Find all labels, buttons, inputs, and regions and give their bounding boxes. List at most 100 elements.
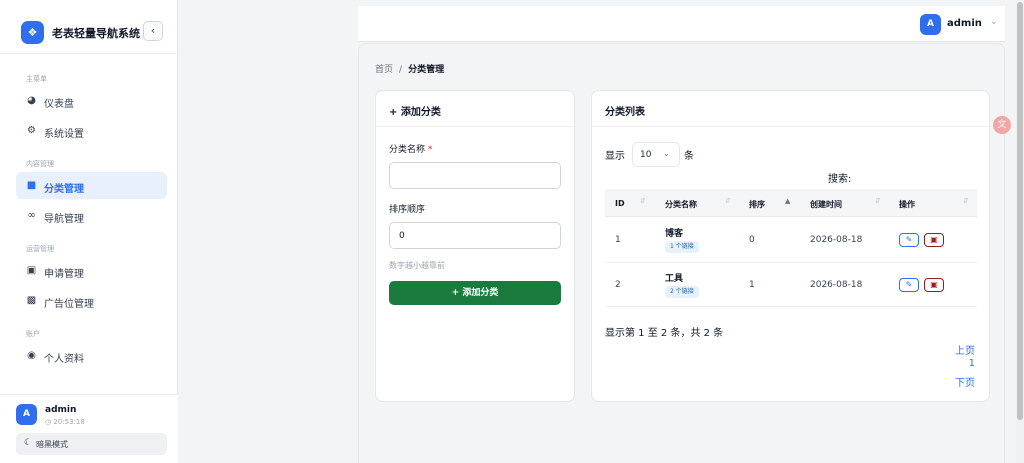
cell-id: 1 (615, 235, 621, 245)
edit-icon[interactable]: ✎ (899, 233, 919, 247)
page-size-select[interactable]: 10 ⌄ (632, 142, 680, 167)
card-title: 分类列表 (605, 107, 645, 118)
breadcrumb-separator: / (399, 65, 403, 75)
category-name-label: 分类名称 * (389, 145, 433, 155)
sidebar: ❖ 老表轻量导航系统 ‹ 主菜单 ◕ 仪表盘 ⚙ 系统设置 内容管理 ■ 分类管… (0, 0, 178, 463)
sidebar-item-navigation[interactable]: ∞ 导航管理 (16, 202, 167, 229)
card-header: + 添加分类 (376, 91, 574, 127)
pager-prev[interactable]: 上页 (955, 342, 975, 357)
sidebar-item-categories[interactable]: ■ 分类管理 (16, 172, 167, 199)
sort-asc-icon[interactable]: ▲ (785, 197, 790, 205)
user-time: ◷ 20:53:18 (45, 418, 85, 426)
required-mark: * (427, 145, 433, 155)
folder-icon: ■ (26, 180, 37, 191)
link-icon: ∞ (27, 210, 36, 221)
sort-icon[interactable]: ⇵ (725, 197, 731, 205)
sort-order-label: 排序顺序 (389, 205, 426, 215)
sidebar-item-label: 申请管理 (44, 269, 84, 280)
dark-mode-button[interactable]: ☾ 暗黑模式 (16, 433, 167, 455)
sidebar-item-label: 系统设置 (44, 129, 84, 140)
translate-icon[interactable]: 文 (993, 116, 1011, 134)
column-header-order[interactable]: 排序 (749, 199, 765, 210)
cell-created: 2026-08-18 (810, 235, 863, 245)
cell-created: 2026-08-18 (810, 280, 863, 290)
moon-icon: ☾ (24, 438, 33, 448)
sidebar-item-label: 导航管理 (44, 214, 84, 225)
brand-title: 老表轻量导航系统 (52, 27, 140, 40)
breadcrumb-home[interactable]: 首页 (375, 65, 393, 75)
column-header-id[interactable]: ID (615, 199, 625, 208)
sidebar-item-profile[interactable]: ◉ 个人资料 (16, 342, 167, 369)
cell-name: 博客 (665, 229, 684, 239)
add-category-card: + 添加分类 分类名称 * 排序顺序 数字越小越靠前 + 添加分类 (375, 90, 575, 402)
sidebar-item-label: 个人资料 (44, 354, 84, 365)
ad-icon: ▩ (26, 295, 37, 306)
link-count-badge: 2 个链接 (665, 286, 699, 298)
dashboard-icon: ◕ (27, 95, 36, 106)
section-label-operations: 运营管理 (26, 245, 54, 253)
edit-icon[interactable]: ✎ (899, 278, 919, 292)
sort-icon[interactable]: ⇵ (875, 197, 881, 205)
user-menu-name[interactable]: admin (947, 18, 982, 29)
table-row: 1 博客 1 个链接 0 2026-08-18 ✎ ▣ (605, 217, 977, 263)
scrollbar[interactable] (1016, 0, 1024, 463)
section-label-account: 账户 (26, 330, 40, 338)
trash-icon[interactable]: ▣ (924, 233, 944, 247)
breadcrumb: 首页 / 分类管理 (375, 62, 444, 75)
sidebar-item-label: 分类管理 (44, 184, 84, 195)
category-name-input[interactable] (389, 162, 561, 189)
avatar: A (16, 404, 37, 425)
brand: ❖ 老表轻量导航系统 ‹ (0, 0, 178, 54)
card-header: 分类列表 (592, 91, 989, 127)
page-size-value: 10 (640, 150, 652, 160)
sort-order-hint: 数字越小越靠前 (389, 261, 445, 270)
trash-icon[interactable]: ▣ (924, 278, 944, 292)
table-info: 显示第 1 至 2 条，共 2 条 (605, 328, 724, 339)
inbox-icon: ▣ (26, 265, 37, 276)
gear-icon: ⚙ (27, 125, 36, 136)
cell-name: 工具 (665, 274, 684, 284)
user-icon: ◉ (27, 350, 36, 361)
plus-icon: + (389, 107, 401, 118)
page-size-prefix: 显示 (605, 151, 625, 162)
cell-id: 2 (615, 280, 621, 290)
section-label-content: 内容管理 (26, 160, 54, 168)
sidebar-item-applications[interactable]: ▣ 申请管理 (16, 257, 167, 284)
column-header-name[interactable]: 分类名称 (665, 199, 697, 210)
cell-order: 1 (749, 280, 755, 290)
collapse-sidebar-button[interactable]: ‹ (143, 21, 163, 41)
sidebar-item-label: 广告位管理 (44, 299, 94, 310)
pager-page[interactable]: 1 (969, 358, 975, 369)
chevron-down-icon: ⌄ (663, 149, 670, 158)
section-label-main: 主菜单 (26, 75, 47, 83)
pager-next[interactable]: 下页 (955, 374, 975, 389)
topbar: A admin ⌄ (358, 6, 1005, 42)
user-name: admin (45, 405, 77, 415)
table-row: 2 工具 2 个链接 1 2026-08-18 ✎ ▣ (605, 263, 977, 307)
compass-icon: ❖ (21, 21, 44, 44)
card-title: + 添加分类 (389, 107, 441, 118)
avatar[interactable]: A (920, 14, 941, 35)
link-count-badge: 1 个链接 (665, 241, 699, 253)
sort-order-input[interactable] (389, 222, 561, 249)
column-header-created[interactable]: 创建时间 (810, 199, 842, 210)
scrollbar-thumb[interactable] (1017, 2, 1023, 420)
search-label: 搜索: (828, 174, 852, 185)
chevron-down-icon[interactable]: ⌄ (990, 17, 998, 27)
sidebar-item-settings[interactable]: ⚙ 系统设置 (16, 117, 167, 144)
current-user: A admin ◷ 20:53:18 ☾ 暗黑模式 (0, 394, 178, 463)
table-header: ID ⇵ 分类名称 ⇵ 排序 ▲ 创建时间 ⇵ 操作 ⇵ (605, 189, 977, 217)
sidebar-item-dashboard[interactable]: ◕ 仪表盘 (16, 87, 167, 114)
sort-icon: ⇵ (963, 197, 969, 205)
sidebar-item-label: 仪表盘 (44, 99, 74, 110)
main-content: 首页 / 分类管理 + 添加分类 分类名称 * 排序顺序 数字越小越靠前 + 添加分… (358, 43, 1005, 463)
sort-icon[interactable]: ⇵ (640, 197, 646, 205)
page-size-suffix: 条 (684, 151, 694, 162)
cell-order: 0 (749, 235, 755, 245)
column-header-actions: 操作 (899, 200, 915, 209)
category-list-card: 分类列表 显示 10 ⌄ 条 搜索: ID ⇵ 分类名称 ⇵ 排序 ▲ 创建时间… (591, 90, 990, 402)
add-category-button[interactable]: + 添加分类 (389, 281, 561, 305)
breadcrumb-current: 分类管理 (408, 65, 445, 75)
dark-mode-label: 暗黑模式 (36, 440, 68, 449)
sidebar-item-ads[interactable]: ▩ 广告位管理 (16, 287, 167, 314)
